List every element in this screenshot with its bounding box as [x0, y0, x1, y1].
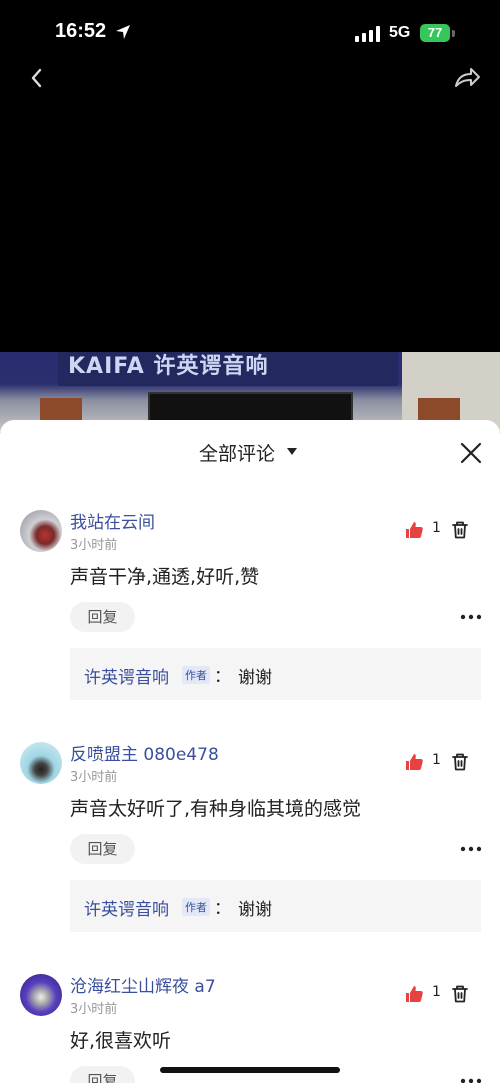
comments-filter-title[interactable]: 全部评论 [199, 439, 275, 466]
battery-icon: 77 [420, 24, 450, 42]
caret-down-icon[interactable] [286, 446, 298, 456]
more-options-button[interactable] [460, 846, 482, 852]
reply-text: 谢谢 [238, 668, 272, 688]
home-indicator[interactable] [160, 1067, 340, 1073]
more-options-button[interactable] [460, 1078, 482, 1083]
delete-button[interactable] [451, 984, 469, 1004]
comments-header: 全部评论 [0, 420, 500, 482]
close-button[interactable] [458, 440, 484, 466]
battery-level: 77 [427, 25, 443, 40]
battery-tip [452, 30, 455, 37]
comment-time: 3小时前 [70, 1002, 118, 1017]
comment-username[interactable]: 沧海红尘山辉夜 a7 [70, 972, 216, 997]
avatar[interactable] [20, 510, 62, 552]
delete-button[interactable] [451, 520, 469, 540]
status-time: 16:52 [55, 20, 107, 42]
cellular-signal-icon [355, 26, 380, 42]
comments-sheet: 全部评论 我站在云间 3小时前 1 声音干净,通透,好听,赞 回复 许英谔音响 … [0, 420, 500, 1083]
comment-username[interactable]: 反喷盟主 080e478 [70, 740, 219, 765]
like-button[interactable] [404, 520, 424, 540]
share-button[interactable] [452, 64, 482, 92]
like-count: 1 [432, 984, 441, 1000]
avatar[interactable] [20, 974, 62, 1016]
reply-text: 谢谢 [238, 900, 272, 920]
reply-button[interactable]: 回复 [70, 1066, 135, 1083]
reply-colon: ： [214, 667, 231, 687]
reply-button[interactable]: 回复 [70, 834, 135, 864]
author-badge: 作者 [182, 898, 210, 916]
like-button[interactable] [404, 984, 424, 1004]
reply-author[interactable]: 许英谔音响 [84, 663, 169, 688]
author-badge: 作者 [182, 666, 210, 684]
comment-text: 好,很喜欢听 [70, 1030, 172, 1052]
reply-author[interactable]: 许英谔音响 [84, 895, 169, 920]
more-options-button[interactable] [460, 614, 482, 620]
location-arrow-icon [116, 25, 130, 39]
status-bar: 16:52 5G 77 [0, 0, 500, 60]
comment-text: 声音太好听了,有种身临其境的感觉 [70, 798, 362, 820]
author-reply: 许英谔音响 作者 ： 谢谢 [70, 880, 481, 932]
comment-time: 3小时前 [70, 538, 118, 553]
author-reply: 许英谔音响 作者 ： 谢谢 [70, 648, 481, 700]
comment-text: 声音干净,通透,好听,赞 [70, 566, 260, 588]
comment-time: 3小时前 [70, 770, 118, 785]
reply-button[interactable]: 回复 [70, 602, 135, 632]
like-count: 1 [432, 520, 441, 536]
back-button[interactable] [25, 64, 49, 92]
like-button[interactable] [404, 752, 424, 772]
network-type: 5G [389, 24, 411, 41]
comment-username[interactable]: 我站在云间 [70, 508, 155, 533]
like-count: 1 [432, 752, 441, 768]
avatar[interactable] [20, 742, 62, 784]
reply-colon: ： [214, 899, 231, 919]
showroom-banner: KAIFA 许英谔音响 [58, 352, 398, 386]
delete-button[interactable] [451, 752, 469, 772]
